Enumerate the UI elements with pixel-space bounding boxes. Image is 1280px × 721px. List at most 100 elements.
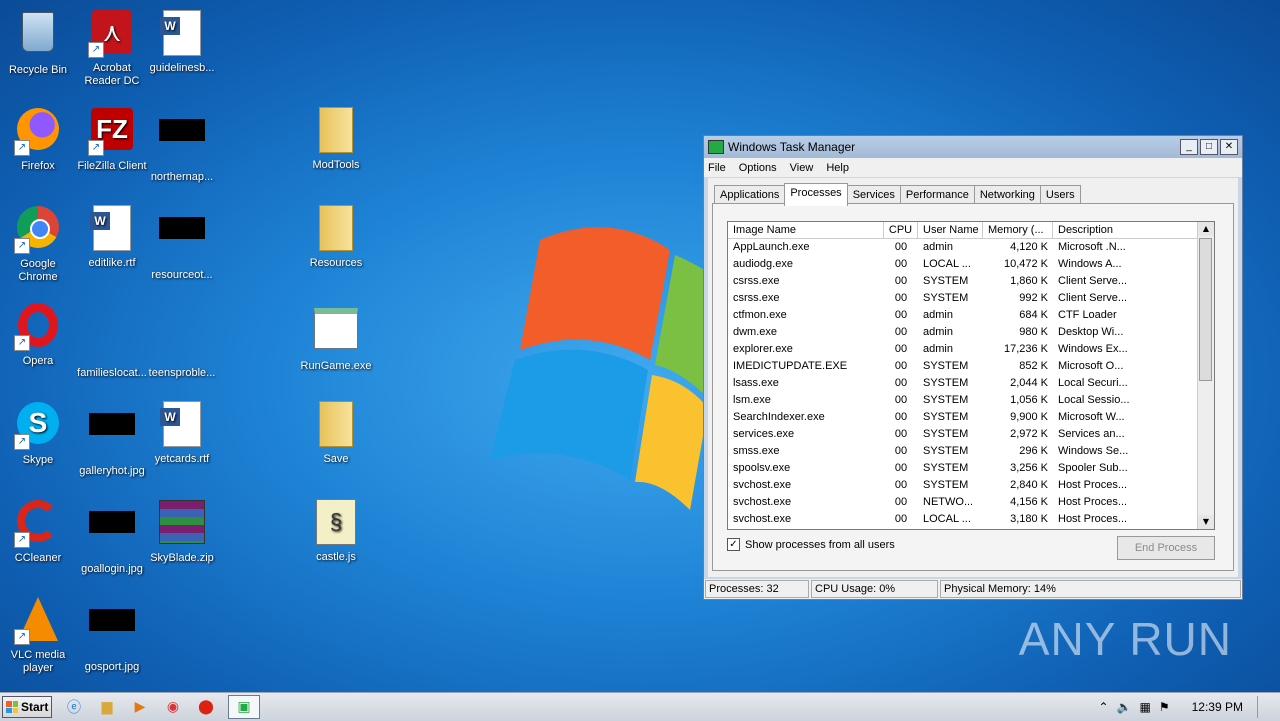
menu-help[interactable]: Help [826,162,849,174]
volume-icon[interactable]: 🔈 [1117,700,1132,714]
scroll-down-arrow-icon[interactable]: ▼ [1198,515,1214,529]
process-row[interactable]: smss.exe00SYSTEM296 KWindows Se... [728,443,1214,460]
menu-file[interactable]: File [708,162,726,174]
process-image-name: ctfmon.exe [728,307,884,324]
process-list[interactable]: Image Name CPU User Name Memory (... Des… [727,221,1215,530]
process-user: SYSTEM [918,409,983,426]
show-all-processes-checkbox[interactable]: ✓ [727,538,740,551]
desktop-icon-rungame-exe[interactable]: RunGame.exe [298,301,374,373]
desktop-icon-guidelinesb[interactable]: Wguidelinesb... [144,8,220,75]
process-row[interactable]: svchost.exe00SYSTEM2,840 KHost Proces... [728,477,1214,494]
column-description[interactable]: Description [1053,222,1198,238]
tab-services[interactable]: Services [847,185,901,205]
folder-icon [312,401,360,449]
desktop-icon-modtools[interactable]: ModTools [298,105,374,172]
column-memory[interactable]: Memory (... [983,222,1053,238]
desktop-icon-gosport-jpg[interactable]: gosport.jpg [74,595,150,674]
column-image-name[interactable]: Image Name [728,222,884,238]
network-icon[interactable]: ▦ [1140,700,1151,714]
desktop-icon-teensproble[interactable]: teensproble... [144,301,220,380]
scroll-thumb[interactable] [1199,238,1212,381]
internet-explorer-icon[interactable]: ⓔ [63,696,85,718]
process-list-header: Image Name CPU User Name Memory (... Des… [728,222,1214,239]
start-button[interactable]: Start [2,696,52,718]
process-memory: 296 K [983,443,1053,460]
maximize-button[interactable]: □ [1200,139,1218,155]
desktop-icon-familieslocat[interactable]: familieslocat... [74,301,150,380]
process-image-name: svchost.exe [728,511,884,528]
process-row[interactable]: services.exe00SYSTEM2,972 KServices an..… [728,426,1214,443]
scroll-up-arrow-icon[interactable]: ▲ [1198,222,1214,236]
process-row[interactable]: SearchIndexer.exe00SYSTEM9,900 KMicrosof… [728,409,1214,426]
process-row[interactable]: csrss.exe00SYSTEM992 KClient Serve... [728,290,1214,307]
desktop-icon-label: guidelinesb... [144,62,220,75]
end-process-button[interactable]: End Process [1117,536,1215,560]
close-button[interactable]: ✕ [1220,139,1238,155]
process-row[interactable]: lsass.exe00SYSTEM2,044 KLocal Securi... [728,375,1214,392]
task-manager-taskbar-icon[interactable]: ▣ [228,695,260,719]
show-desktop-button[interactable] [1257,696,1272,718]
process-image-name: lsm.exe [728,392,884,409]
tab-networking[interactable]: Networking [974,185,1041,205]
desktop-icon-recycle-bin[interactable]: Recycle Bin [0,8,76,77]
process-row[interactable]: IMEDICTUPDATE.EXE00SYSTEM852 KMicrosoft … [728,358,1214,375]
process-row[interactable]: audiodg.exe00LOCAL ...10,472 KWindows A.… [728,256,1214,273]
desktop-icon-castle-js[interactable]: §castle.js [298,497,374,564]
desktop-icon-skype[interactable]: S↗Skype [0,399,76,467]
task-manager-titlebar[interactable]: Windows Task Manager _ □ ✕ [704,136,1242,158]
process-memory: 992 K [983,290,1053,307]
desktop-icon-google-chrome[interactable]: ↗Google Chrome [0,203,76,284]
media-player-icon[interactable]: ▶ [129,696,151,718]
desktop-icon-northernap[interactable]: northernap... [144,105,220,184]
tab-applications[interactable]: Applications [714,185,785,205]
desktop-icon-resourceot[interactable]: resourceot... [144,203,220,282]
tray-expand-icon[interactable]: ⌃ [1099,700,1109,714]
recycle-bin-icon [14,12,62,60]
chrome-taskbar-icon[interactable]: ◉ [162,696,184,718]
column-cpu[interactable]: CPU [884,222,918,238]
desktop-icon-goallogin-jpg[interactable]: goallogin.jpg [74,497,150,576]
tab-performance[interactable]: Performance [900,185,975,205]
process-row[interactable]: explorer.exe00admin17,236 KWindows Ex... [728,341,1214,358]
process-row[interactable]: spoolsv.exe00SYSTEM3,256 KSpooler Sub... [728,460,1214,477]
process-memory: 1,056 K [983,392,1053,409]
tab-processes[interactable]: Processes [784,183,847,206]
action-center-flag-icon[interactable]: ⚑ [1159,700,1170,714]
opera-icon: ↗ [14,303,62,351]
vertical-scrollbar[interactable]: ▲ ▼ [1197,222,1214,529]
process-memory: 684 K [983,307,1053,324]
desktop-icon-skyblade-zip[interactable]: SkyBlade.zip [144,497,220,565]
desktop-icon-label: resourceot... [144,269,220,282]
opera-taskbar-icon[interactable]: ⬤ [195,696,217,718]
process-row[interactable]: dwm.exe00admin980 KDesktop Wi... [728,324,1214,341]
show-all-processes-label[interactable]: Show processes from all users [745,539,895,551]
desktop-icon-yetcards-rtf[interactable]: Wyetcards.rtf [144,399,220,466]
desktop-icon-filezilla-client[interactable]: FZ↗FileZilla Client [74,105,150,173]
process-row[interactable]: ctfmon.exe00admin684 KCTF Loader [728,307,1214,324]
desktop-icon-vlc-media-player[interactable]: ↗VLC media player [0,595,76,675]
process-user: SYSTEM [918,273,983,290]
column-user-name[interactable]: User Name [918,222,983,238]
menu-options[interactable]: Options [739,162,777,174]
desktop-icon-galleryhot-jpg[interactable]: galleryhot.jpg [74,399,150,478]
desktop-icon-save[interactable]: Save [298,399,374,466]
minimize-button[interactable]: _ [1180,139,1198,155]
process-cpu: 00 [884,358,918,375]
menu-view[interactable]: View [790,162,814,174]
desktop-icon-firefox[interactable]: ↗Firefox [0,105,76,173]
desktop-icon-ccleaner[interactable]: ↗CCleaner [0,497,76,565]
task-manager-body: Applications Processes Services Performa… [708,178,1238,577]
desktop-icon-editlike-rtf[interactable]: Weditlike.rtf [74,203,150,270]
process-row[interactable]: svchost.exe00LOCAL ...3,180 KHost Proces… [728,511,1214,528]
process-row[interactable]: AppLaunch.exe00admin4,120 KMicrosoft .N.… [728,239,1214,256]
process-row[interactable]: svchost.exe00NETWO...4,156 KHost Proces.… [728,494,1214,511]
desktop-icon-resources[interactable]: Resources [298,203,374,270]
desktop-icon-opera[interactable]: ↗Opera [0,301,76,368]
clock[interactable]: 12:39 PM [1192,700,1243,714]
tab-users[interactable]: Users [1040,185,1081,205]
desktop-icon-acrobat-reader-dc[interactable]: ⋏↗Acrobat Reader DC [74,8,150,88]
file-explorer-icon[interactable]: ▆ [96,696,118,718]
process-row[interactable]: lsm.exe00SYSTEM1,056 KLocal Sessio... [728,392,1214,409]
process-row[interactable]: csrss.exe00SYSTEM1,860 KClient Serve... [728,273,1214,290]
shortcut-arrow-icon: ↗ [14,238,30,254]
